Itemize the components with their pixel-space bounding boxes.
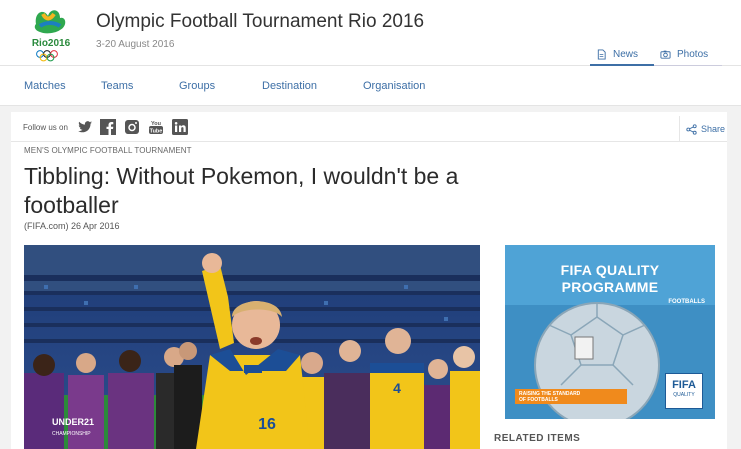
ad-title-line1: FIFA QUALITY [560,262,660,278]
tab-photos-label: Photos [677,49,709,60]
article-headline: Tibbling: Without Pokemon, I wouldn't be… [24,163,459,218]
main-nav: Matches Teams Groups Destination Organis… [0,66,741,106]
nav-item-groups[interactable]: Groups [179,80,215,92]
ad-strip-line2: OF FOOTBALLS [519,397,558,403]
tournament-dates: 3-20 August 2016 [96,39,175,50]
related-items-heading: RELATED ITEMS [494,433,581,444]
ad-strip: RAISING THE STANDARD OF FOOTBALLS [515,389,627,404]
twitter-icon[interactable] [77,119,93,135]
article-byline: (FIFA.com) 26 Apr 2016 [24,221,120,231]
facebook-icon[interactable] [100,119,116,135]
article-photo: 16 4 UNDER21 CHAMPIONSHIP [24,245,480,449]
shirt-number-main: 16 [258,416,276,433]
share-button[interactable]: Share [679,116,727,142]
tab-news-label: News [613,48,639,60]
tab-photos[interactable]: Photos [654,44,722,66]
share-label: Share [701,124,726,134]
site-header: Rio2016 Olympic Football Tournament Rio … [0,0,741,66]
ad-title-line2: PROGRAMME [561,279,659,295]
svg-text:Rio2016: Rio2016 [32,38,71,49]
nav-item-matches[interactable]: Matches [24,80,66,92]
site-title: Olympic Football Tournament Rio 2016 [96,11,425,32]
linkedin-icon[interactable] [172,119,188,135]
youtube-icon[interactable]: YouTube [148,119,164,135]
banner-text: UNDER21 [52,417,94,427]
document-icon [597,48,606,60]
instagram-icon[interactable] [124,119,140,135]
fifa-quality-ad[interactable]: FIFA QUALITY PROGRAMME FOOTBALLS RAISING… [505,245,715,419]
badge-top: FIFA [672,379,696,391]
article-kicker[interactable]: MEN'S OLYMPIC FOOTBALL TOURNAMENT [24,146,192,155]
follow-bar: Follow us on You Tube Share [11,112,727,142]
tab-news[interactable]: News [590,44,654,66]
follow-label: Follow us on [23,123,68,132]
share-icon [686,123,697,135]
svg-text:Tube: Tube [150,128,163,134]
nav-item-teams[interactable]: Teams [101,80,133,92]
camera-icon [660,50,671,59]
fifa-quality-badge: FIFA QUALITY [665,373,703,409]
rio2016-logo[interactable]: Rio2016 [26,4,76,62]
shirt-number-side: 4 [393,380,401,396]
badge-bottom: QUALITY [673,392,695,398]
ad-subtitle: FOOTBALLS [668,299,705,305]
ad-title: FIFA QUALITY PROGRAMME [517,262,703,296]
nav-item-organisation[interactable]: Organisation [363,80,425,92]
banner-subtext: CHAMPIONSHIP [52,431,91,437]
nav-item-destination[interactable]: Destination [262,80,317,92]
